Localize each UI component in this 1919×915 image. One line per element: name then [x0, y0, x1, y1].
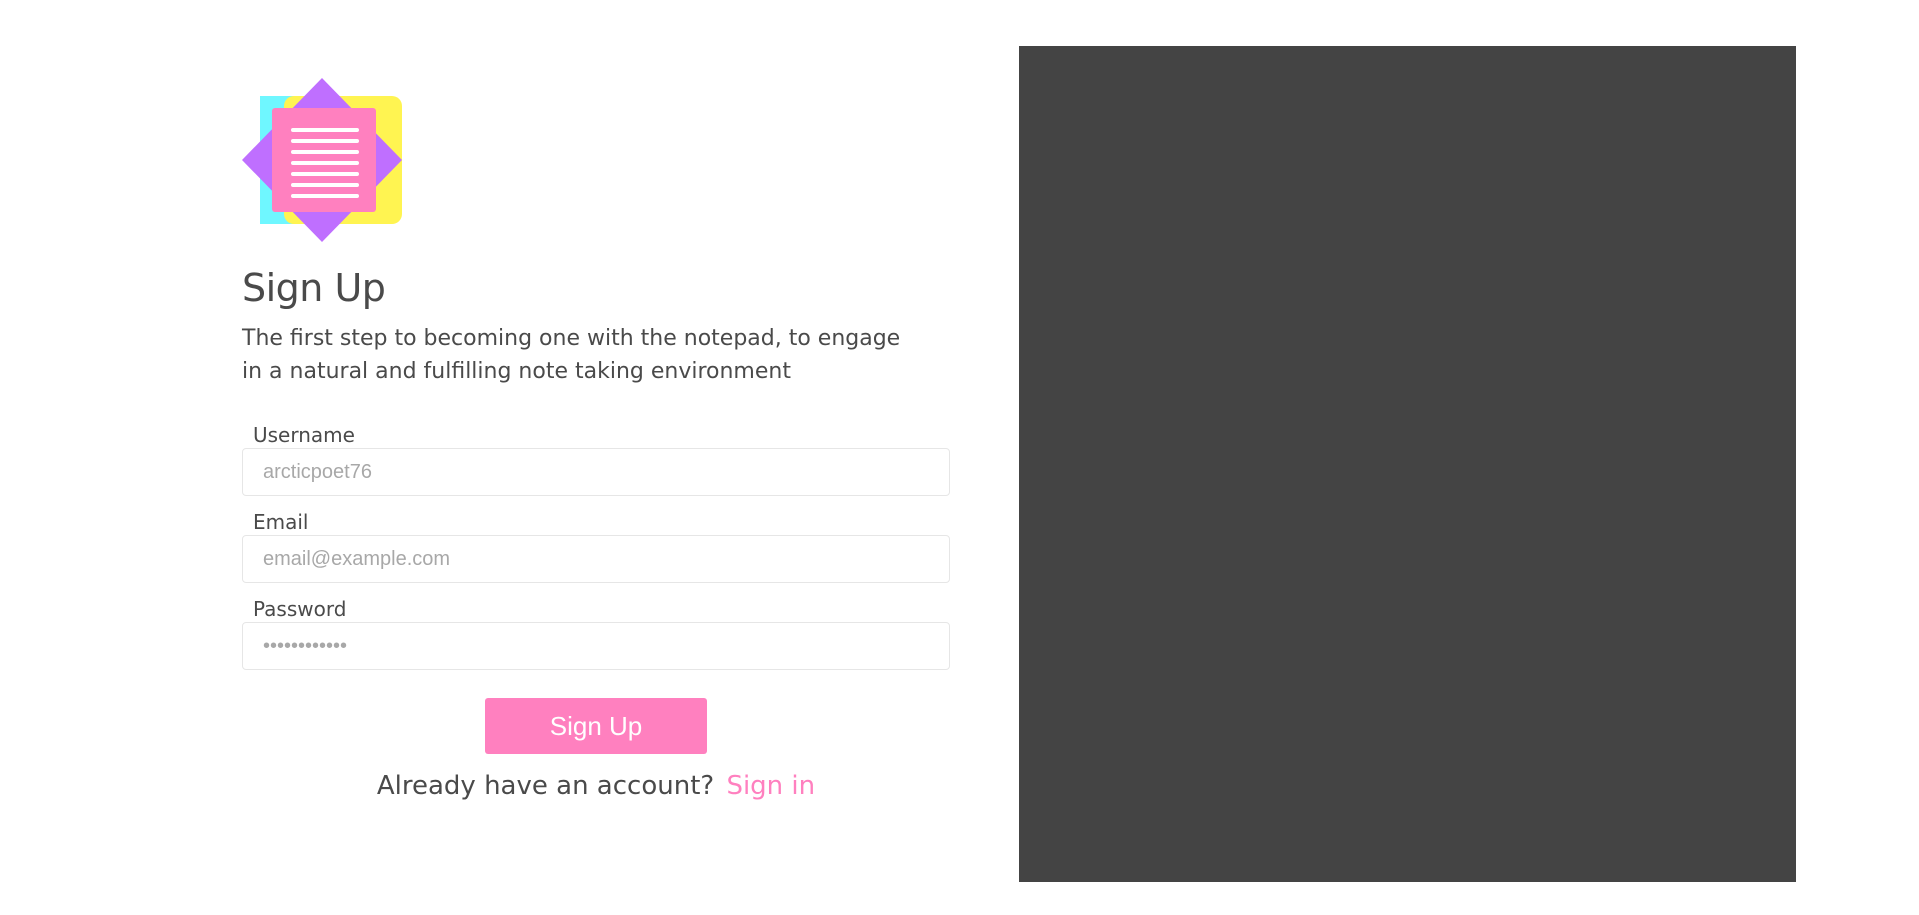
username-input[interactable] — [242, 448, 950, 496]
notepad-logo-icon — [242, 78, 402, 242]
password-input[interactable] — [242, 622, 950, 670]
signin-prompt-text: Already have an account? — [376, 771, 715, 801]
page-subtitle: The first step to becoming one with the … — [242, 326, 901, 384]
username-label: Username — [253, 423, 355, 447]
signup-form: Username Email Password Sign Up Already … — [242, 422, 950, 804]
illustration-panel — [1019, 46, 1796, 882]
sign-up-button[interactable]: Sign Up — [485, 698, 707, 754]
password-label: Password — [253, 597, 347, 621]
email-label: Email — [253, 510, 309, 534]
email-input[interactable] — [242, 535, 950, 583]
submit-row: Sign Up — [242, 698, 950, 754]
signup-column: Sign Up The first step to becoming one w… — [242, 78, 950, 804]
sign-in-link[interactable]: Sign in — [726, 771, 815, 801]
username-field-group: Username — [242, 422, 950, 496]
email-field-group: Email — [242, 509, 950, 583]
signin-prompt: Already have an account? Sign in — [242, 768, 950, 804]
password-field-group: Password — [242, 596, 950, 670]
page-title: Sign Up — [242, 266, 386, 310]
signup-page: Sign Up The first step to becoming one w… — [0, 0, 1919, 915]
